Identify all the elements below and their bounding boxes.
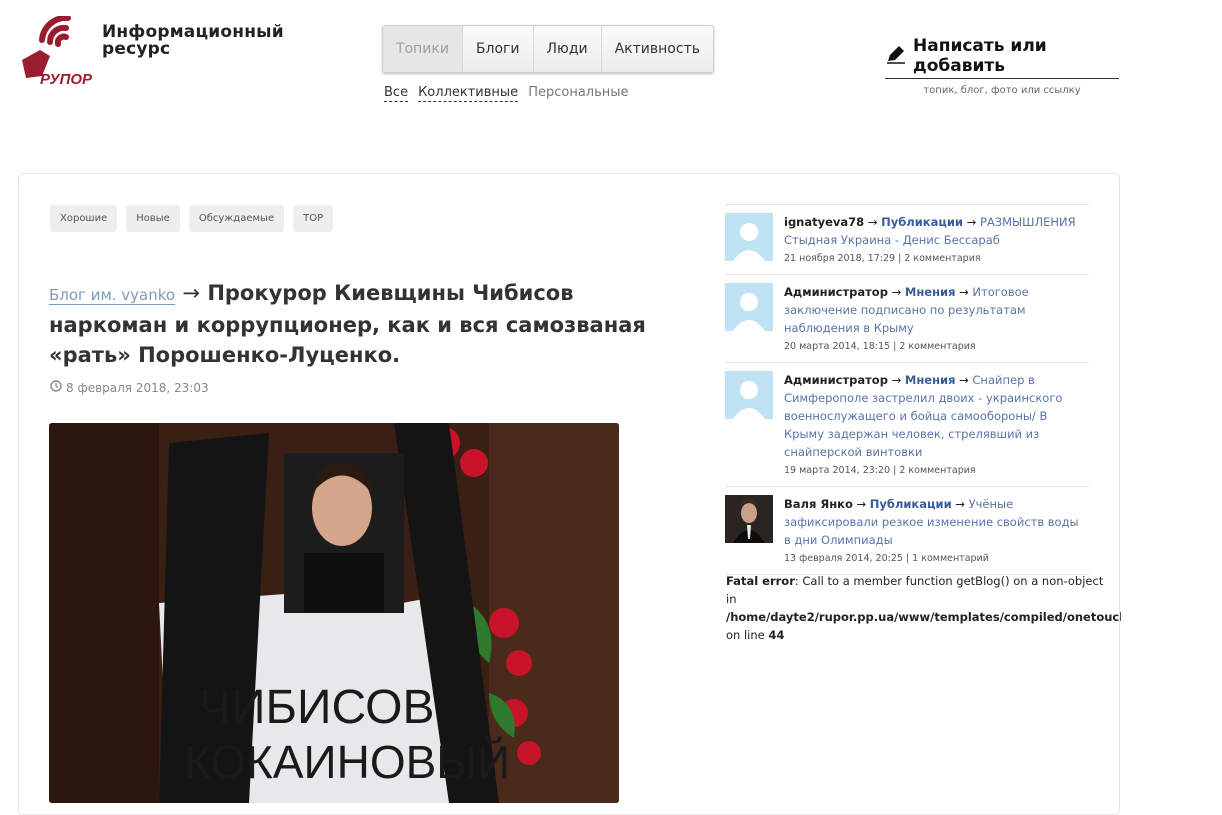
stream-author[interactable]: Валя Янко	[784, 497, 853, 511]
php-error-message: Fatal error: Call to a member function g…	[726, 572, 1121, 644]
post-blog-link[interactable]: Блог им. vyanko	[49, 286, 176, 305]
stream-blog[interactable]: Публикации	[870, 497, 952, 511]
filter-good[interactable]: Хорошие	[50, 205, 118, 232]
stream-meta: 20 марта 2014, 18:15 | 2 комментария	[784, 341, 976, 352]
write-label: Написать или добавить	[913, 36, 1047, 76]
stream-author[interactable]: Администратор	[784, 373, 888, 387]
post-date-text: 8 февраля 2018, 23:03	[66, 380, 209, 395]
stream-item: ignatyeva78 → Публикации → РАЗМЫШЛЕНИЯ С…	[725, 205, 1089, 275]
nav-blogs[interactable]: Блоги	[463, 26, 534, 72]
write-button[interactable]: Написать или добавить	[885, 36, 1119, 79]
subnav-all[interactable]: Все	[384, 85, 409, 102]
avatar[interactable]	[725, 371, 773, 419]
stream-topic-prefix[interactable]: РАЗМЫШЛЕНИЯ	[980, 215, 1076, 229]
stream-blog[interactable]: Публикации	[881, 215, 963, 229]
image-caption-line-2: КОКАИНОВЫЙ	[184, 736, 510, 788]
logo-text: РУПОР	[40, 71, 93, 88]
error-line: 44	[768, 628, 785, 642]
stream-topic[interactable]: Стыдная Украина - Денис Бессараб	[784, 231, 1089, 249]
subnav-collective[interactable]: Коллективные	[418, 85, 519, 102]
stream-item: Администратор → Мнения → Итоговое заключ…	[725, 275, 1089, 363]
write-block: Написать или добавить топик, блог, фото …	[885, 36, 1119, 96]
main-nav: Топики Блоги Люди Активность	[382, 25, 714, 73]
filter-new[interactable]: Новые	[126, 205, 180, 232]
topic-filters: Хорошие Новые Обсуждаемые TOP	[50, 205, 334, 232]
activity-stream: ignatyeva78 → Публикации → РАЗМЫШЛЕНИЯ С…	[725, 204, 1089, 575]
error-in: in	[726, 592, 737, 606]
stream-item: Валя Янко → Публикации → Учёные зафиксир…	[725, 487, 1089, 575]
nav-topics[interactable]: Топики	[383, 26, 463, 72]
stream-author[interactable]: ignatyeva78	[784, 215, 864, 229]
subnav-personal[interactable]: Персональные	[528, 85, 628, 102]
stream-blog[interactable]: Мнения	[905, 373, 956, 387]
error-message: : Call to a member function getBlog() on…	[794, 574, 1104, 588]
stream-meta: 13 февраля 2014, 20:25 | 1 комментарий	[784, 553, 989, 564]
clock-icon	[50, 380, 62, 395]
stream-meta: 21 ноября 2018, 17:29 | 2 комментария	[784, 253, 981, 264]
filter-top[interactable]: TOP	[293, 205, 334, 232]
nav-activity[interactable]: Активность	[602, 26, 713, 72]
stream-item: Администратор → Мнения → Снайпер в Симфе…	[725, 363, 1089, 487]
post-title: Блог им. vyanko → Прокурор Киевщины Чиби…	[49, 278, 699, 370]
brand-line-2: ресурс	[102, 39, 171, 59]
brand-title[interactable]: Информационный ресурс	[102, 24, 284, 58]
site-logo[interactable]: РУПОР	[20, 14, 102, 90]
post-date: 8 февраля 2018, 23:03	[50, 380, 209, 395]
sub-nav: Все Коллективные Персональные	[384, 85, 629, 102]
avatar[interactable]	[725, 495, 773, 543]
pen-icon	[885, 44, 907, 69]
filter-discussed[interactable]: Обсуждаемые	[188, 205, 285, 232]
stream-author[interactable]: Администратор	[784, 285, 888, 299]
nav-people[interactable]: Люди	[534, 26, 602, 72]
write-subtitle: топик, блог, фото или ссылку	[923, 85, 1081, 96]
post-arrow: →	[182, 281, 201, 305]
image-caption-line-1: ЧИБИСОВ	[199, 681, 434, 734]
error-line-label: on line	[726, 628, 765, 642]
error-label: Fatal error	[726, 574, 795, 588]
stream-blog[interactable]: Мнения	[905, 285, 956, 299]
stream-meta: 19 марта 2014, 23:20 | 2 комментария	[784, 465, 976, 476]
content-card: Хорошие Новые Обсуждаемые TOP Блог им. v…	[18, 173, 1121, 815]
avatar[interactable]	[725, 213, 773, 261]
error-path: /home/dayte2/rupor.pp.ua/www/templates/c…	[726, 610, 1121, 624]
post-image: ЧИБИСОВ КОКАИНОВЫЙ	[49, 423, 619, 803]
avatar[interactable]	[725, 283, 773, 331]
